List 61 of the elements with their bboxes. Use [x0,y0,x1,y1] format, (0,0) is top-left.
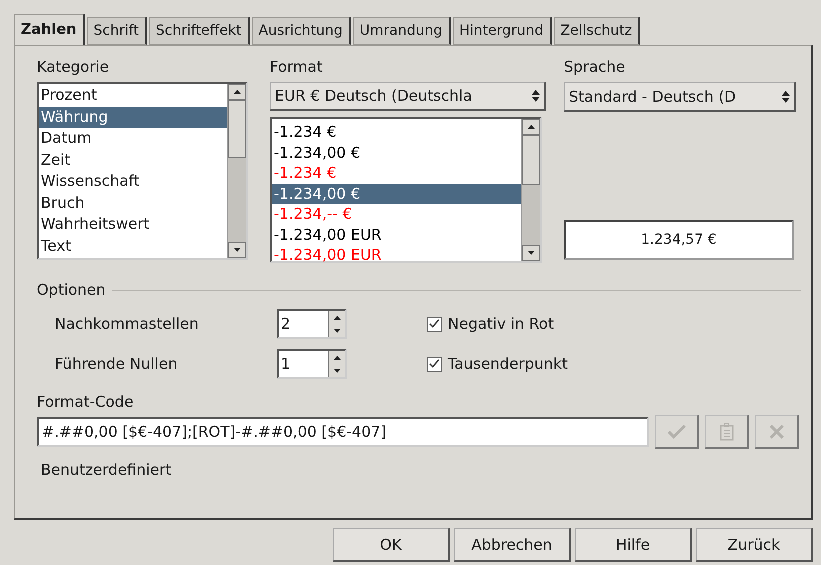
up-arrow-icon [234,90,240,94]
format-code-field[interactable]: #.##0,00 [$€-407];[ROT]-#.##0,00 [$€-407] [37,417,649,447]
up-arrow-icon [528,125,534,129]
field-label: Format-Code [37,393,135,411]
delete-icon [770,424,784,438]
list-item[interactable]: Prozent [39,85,227,106]
format-dropdown[interactable]: EUR € Deutsch (Deutschla [270,82,546,111]
clipboard-icon [720,422,734,440]
list-item[interactable]: Währung [39,106,227,128]
up-arrow-icon [334,356,340,360]
down-arrow-icon [528,251,534,255]
list-item[interactable]: -1.234,00 EUR [272,224,521,245]
category-list[interactable]: Prozent Währung Datum Zeit Wissenschaft Bruch Wahrheitswert Text [37,82,248,260]
tab[interactable]: Schrift [86,17,148,45]
number-spinner[interactable]: 1 [277,349,347,379]
list-item[interactable]: Wissenschaft [39,171,227,192]
checkbox-label: Tausenderpunkt [448,355,568,373]
down-arrow-icon [334,368,340,372]
format-description: Benutzerdefiniert [40,461,173,479]
dialog-button[interactable]: Abbrechen [454,528,571,562]
section-title: Optionen [37,281,106,299]
number-spinner[interactable]: 2 [277,309,347,339]
field-label: Führende Nullen [55,355,179,373]
format-list[interactable]: -1.234 € -1.234,00 € -1.234 € -1.234,00 € -1.234,-- € -1.234,00 EUR -1.234,00 EUR [270,117,542,263]
up-down-arrows-icon [782,90,790,102]
list-item[interactable]: -1.234,-- € [272,204,521,224]
list-item[interactable]: -1.234,00 EUR [272,245,521,266]
list-item[interactable]: -1.234,00 € [272,142,521,163]
list-item[interactable]: Zeit [39,150,227,171]
tab[interactable]: Zellschutz [554,17,640,45]
down-arrow-icon [334,328,340,332]
dialog-button[interactable]: Zurück [696,528,813,562]
scrollbar[interactable] [521,119,540,261]
scrollbar[interactable] [227,84,246,258]
checkbox-label: Negativ in Rot [448,315,554,333]
list-item[interactable]: -1.234 € [272,122,521,142]
tab[interactable]: Schrifteffekt [149,17,250,45]
tab[interactable]: Ausrichtung [252,17,351,45]
dialog-button[interactable]: OK [333,528,450,562]
list-item[interactable]: Datum [39,128,227,150]
list-item[interactable]: Wahrheitswert [39,214,227,236]
checkbox[interactable] [427,356,442,372]
format-preview: 1.234,57 € [564,220,794,260]
list-item[interactable]: Bruch [39,192,227,214]
checkbox[interactable] [427,316,442,332]
tab[interactable]: Umrandung [352,17,450,45]
list-item[interactable]: Text [39,236,227,257]
field-label: Format [270,58,324,76]
list-item[interactable]: -1.234,00 € [272,184,521,204]
field-label: Kategorie [37,58,110,76]
up-down-arrows-icon [532,90,540,102]
field-label: Nachkommastellen [55,315,200,333]
tab[interactable]: Zahlen [14,14,85,45]
checkmark-icon [668,424,686,438]
list-item[interactable]: -1.234 € [272,163,521,184]
up-arrow-icon [334,316,340,320]
field-label: Sprache [564,58,626,76]
down-arrow-icon [234,248,240,252]
tab[interactable]: Hintergrund [452,17,552,45]
dialog-button[interactable]: Hilfe [575,528,692,562]
language-dropdown[interactable]: Standard - Deutsch (D [564,82,796,112]
